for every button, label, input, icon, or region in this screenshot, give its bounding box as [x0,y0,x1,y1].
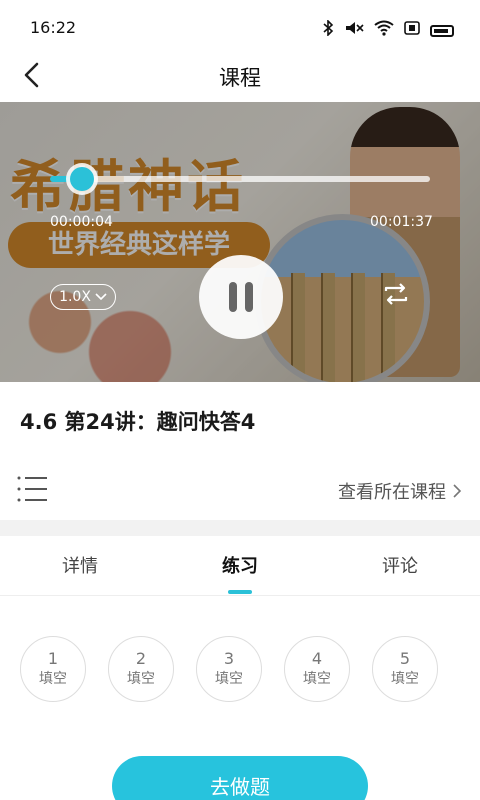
bluetooth-icon [322,19,334,41]
view-course-link[interactable]: 查看所在课程 [338,478,462,504]
mute-icon [344,20,364,41]
speed-label: 1.0X [59,289,91,305]
section-divider [0,520,480,536]
exercise-item[interactable]: 3 填空 [196,636,262,702]
total-time: 00:01:37 [370,214,433,230]
progress-track[interactable] [78,176,430,182]
header: 课程 [0,56,480,102]
exercise-type: 填空 [39,671,67,687]
loop-button[interactable] [380,278,412,310]
exercise-type: 填空 [215,671,243,687]
video-player[interactable]: 希腊神话 世界经典这样学 00:00:04 00:01:37 1.0X [0,102,480,382]
exercise-list: 1 填空 2 填空 3 填空 4 填空 5 填空 [20,636,438,702]
pause-button[interactable] [199,255,283,339]
view-course-label: 查看所在课程 [338,482,446,503]
tab-comments[interactable]: 评论 [320,552,480,578]
exercise-number: 3 [223,649,235,668]
exercise-type: 填空 [303,671,331,687]
wifi-icon [374,20,394,41]
repeat-icon [384,283,408,305]
exercise-item[interactable]: 1 填空 [20,636,86,702]
exercise-number: 2 [135,649,147,668]
sim-icon [404,21,420,40]
exercise-item[interactable]: 4 填空 [284,636,350,702]
page-title: 课程 [219,66,261,90]
battery-icon [430,24,454,37]
status-icons [322,19,454,41]
status-time: 16:22 [30,18,77,37]
current-time: 00:00:04 [50,214,113,230]
progress-knob[interactable] [70,167,94,191]
playlist-button[interactable] [16,474,50,504]
list-icon [17,476,47,502]
exercise-item[interactable]: 2 填空 [108,636,174,702]
pause-icon [229,282,237,312]
exercise-type: 填空 [391,671,419,687]
chevron-right-icon [453,484,462,498]
course-row: 查看所在课程 [0,462,480,518]
speed-button[interactable]: 1.0X [50,284,116,310]
exercise-number: 4 [311,649,323,668]
video-overlay [0,102,480,382]
tab-indicator [228,590,252,594]
status-bar: 16:22 [0,0,480,56]
exercise-item[interactable]: 5 填空 [372,636,438,702]
pause-icon-bar [245,282,253,312]
exercise-number: 5 [399,649,411,668]
tab-details[interactable]: 详情 [0,552,160,578]
tab-bar: 详情 练习 评论 [0,536,480,596]
exercise-type: 填空 [127,671,155,687]
start-exercise-button[interactable]: 去做题 [112,756,368,800]
chevron-down-icon [95,293,107,301]
exercise-number: 1 [47,649,59,668]
lesson-title: 4.6 第24讲：趣问快答4 [20,410,256,434]
tab-practice[interactable]: 练习 [160,552,320,578]
